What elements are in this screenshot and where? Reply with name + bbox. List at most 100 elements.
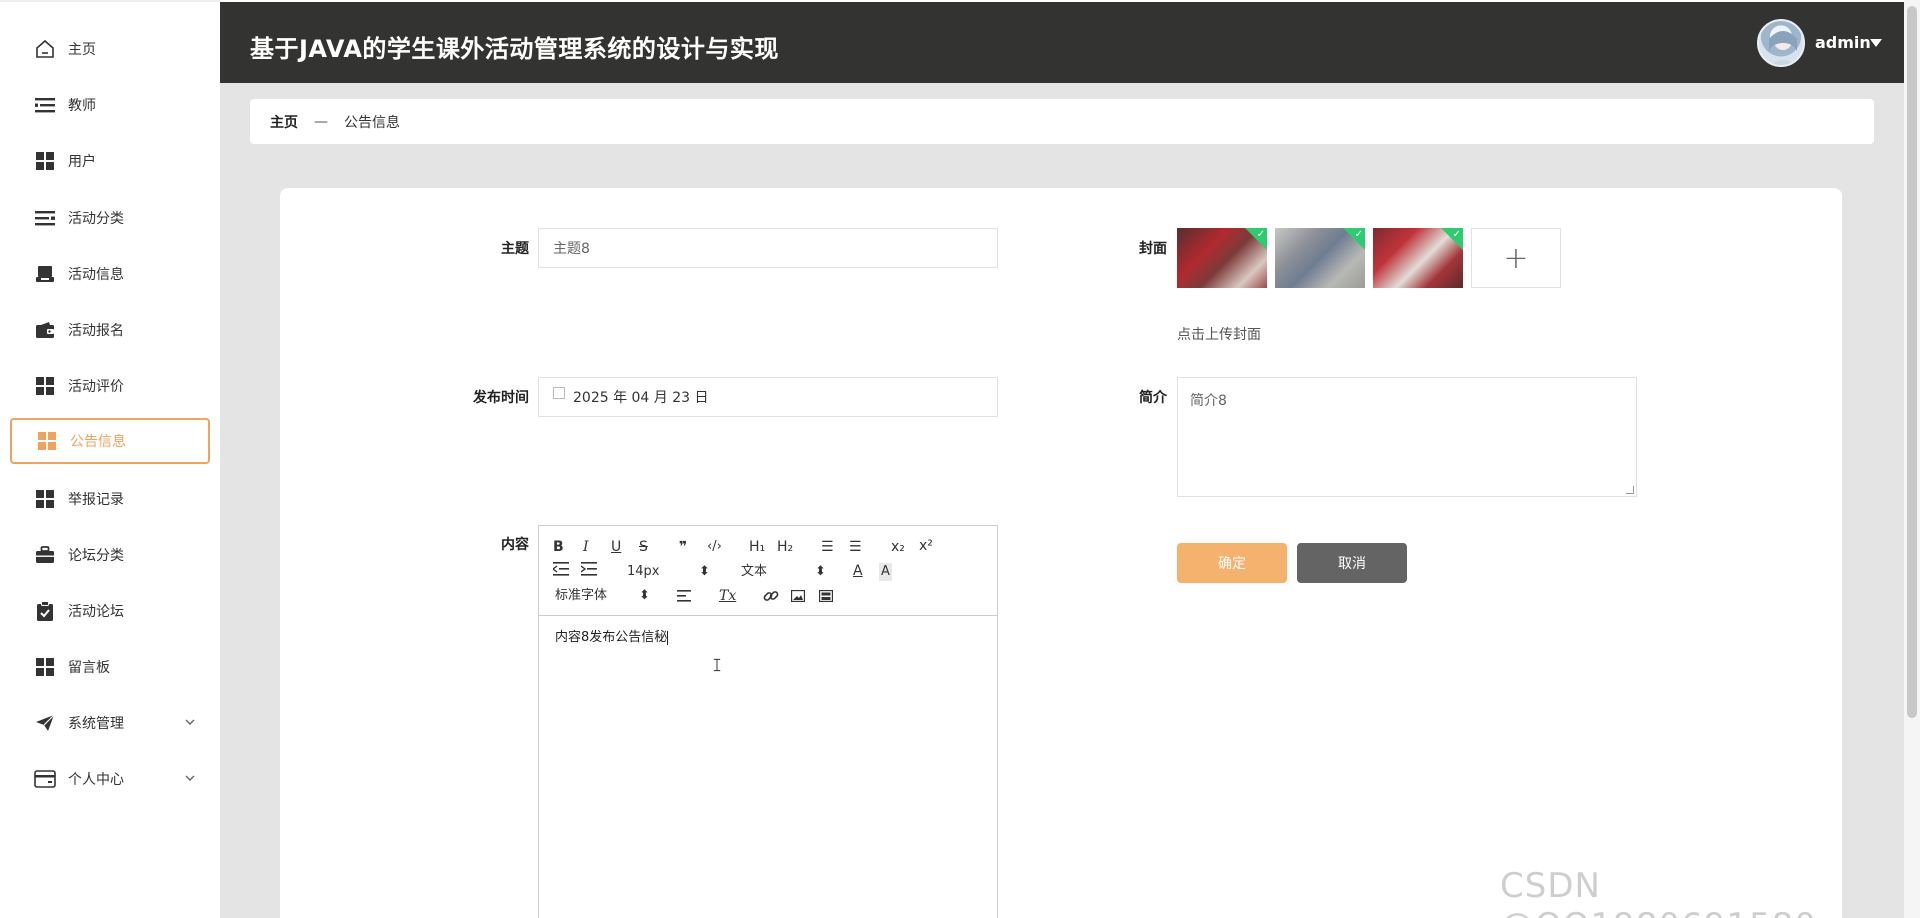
link-icon[interactable] — [763, 588, 779, 609]
select-arrows-icon: ⬍ — [699, 564, 710, 579]
check-icon: ✓ — [1452, 229, 1461, 240]
check-icon: ✓ — [1256, 229, 1265, 240]
editor-text: 内容8发布公告信秘 — [555, 630, 668, 645]
send-icon — [34, 712, 56, 734]
caret-down-icon[interactable] — [1870, 39, 1882, 47]
sidebar-item-activity-category[interactable]: 活动分类 — [10, 195, 210, 241]
editor-toolbar: B I U S ❞ ‹/› H₁ H₂ ☰ ☰ x₂ x² 14px ⬍ 文本 … — [539, 526, 997, 616]
text-style-select[interactable]: 文本 — [741, 563, 767, 581]
home-icon — [34, 38, 56, 60]
sidebar-item-label: 活动报名 — [68, 323, 124, 339]
sidebar-item-user[interactable]: 用户 — [10, 138, 210, 184]
upload-tip: 点击上传封面 — [1177, 327, 1261, 343]
sidebar-item-system-management[interactable]: 系统管理 — [10, 700, 210, 746]
top-header: 基于JAVA的学生课外活动管理系统的设计与实现 admin — [220, 2, 1904, 83]
sidebar-item-teacher[interactable]: 教师 — [10, 82, 210, 128]
breadcrumb: 主页 — 公告信息 — [250, 99, 1874, 144]
main-content: 主页 — 公告信息 主题 主题8 发布时间 2025 年 04 月 23 日 内… — [220, 83, 1904, 918]
grid-icon — [36, 430, 58, 452]
sidebar-item-label: 活动分类 — [68, 211, 124, 227]
sidebar-item-label: 活动评价 — [68, 379, 124, 395]
video-icon[interactable] — [818, 589, 834, 607]
ordered-list-button[interactable]: ☰ — [821, 538, 834, 556]
sidebar-item-activity-signup[interactable]: 活动报名 — [10, 307, 210, 353]
sidebar-item-label: 活动论坛 — [68, 604, 124, 620]
underline-button[interactable]: U — [611, 538, 621, 556]
publish-time-picker[interactable]: 2025 年 04 月 23 日 — [538, 377, 998, 417]
sidebar-item-label: 留言板 — [68, 660, 110, 676]
cover-image-2[interactable]: ✓ — [1275, 228, 1365, 288]
upload-cover-button[interactable]: + — [1471, 228, 1561, 288]
sidebar-item-report[interactable]: 举报记录 — [10, 476, 210, 522]
clipboard-check-icon — [34, 600, 56, 622]
plus-icon: + — [1503, 240, 1529, 276]
italic-button[interactable]: I — [583, 538, 589, 556]
sidebar-item-label: 论坛分类 — [68, 548, 124, 564]
resize-handle[interactable] — [1626, 486, 1634, 494]
subscript-button[interactable]: x₂ — [891, 538, 905, 556]
font-size-select[interactable]: 14px — [627, 563, 660, 581]
strikethrough-button[interactable]: S — [639, 538, 648, 556]
indent-icon[interactable] — [580, 562, 597, 581]
editor-content[interactable]: 内容8发布公告信秘 — [555, 626, 669, 645]
sidebar-item-label: 主页 — [68, 42, 96, 58]
sidebar-item-label: 用户 — [68, 154, 96, 170]
avatar[interactable] — [1757, 19, 1805, 67]
sidebar-item-activity-forum[interactable]: 活动论坛 — [10, 588, 210, 634]
clear-format-button[interactable]: Tx — [719, 587, 736, 605]
font-family-select[interactable]: 标准字体 — [555, 587, 607, 605]
outdent-icon[interactable] — [551, 562, 569, 581]
content-label: 内容 — [501, 537, 529, 553]
form-card: 主题 主题8 发布时间 2025 年 04 月 23 日 内容 B I U S … — [280, 188, 1842, 918]
publish-time-value: 2025 年 04 月 23 日 — [573, 390, 709, 406]
blockquote-button[interactable]: ❞ — [679, 538, 687, 556]
sidebar-item-activity-review[interactable]: 活动评价 — [10, 363, 210, 409]
list-icon — [34, 94, 56, 116]
sidebar-item-personal-center[interactable]: 个人中心 — [10, 756, 210, 802]
summary-textarea[interactable]: 简介8 — [1177, 377, 1637, 497]
sidebar-item-home[interactable]: 主页 — [10, 26, 210, 72]
grid-icon — [34, 656, 56, 678]
bold-button[interactable]: B — [553, 538, 564, 556]
code-button[interactable]: ‹/› — [707, 538, 722, 556]
wallet-icon — [34, 319, 56, 341]
rich-text-editor[interactable]: B I U S ❞ ‹/› H₁ H₂ ☰ ☰ x₂ x² 14px ⬍ 文本 … — [538, 525, 998, 918]
sidebar-item-label: 举报记录 — [68, 492, 124, 508]
image-icon[interactable] — [790, 589, 806, 607]
superscript-button[interactable]: x² — [919, 537, 933, 555]
check-icon: ✓ — [1354, 229, 1363, 240]
select-arrows-icon: ⬍ — [815, 564, 826, 579]
bullet-list-button[interactable]: ☰ — [849, 538, 862, 556]
cancel-button[interactable]: 取消 — [1297, 543, 1407, 583]
user-name[interactable]: admin — [1815, 33, 1871, 52]
calendar-icon — [553, 387, 565, 399]
scrollbar-thumb[interactable] — [1907, 6, 1917, 718]
heading2-button[interactable]: H₂ — [777, 538, 793, 556]
subject-input[interactable]: 主题8 — [538, 228, 998, 268]
font-color-button[interactable]: A — [853, 562, 863, 580]
page-scrollbar[interactable] — [1904, 0, 1920, 918]
cover-image-1[interactable]: ✓ — [1177, 228, 1267, 288]
sidebar-item-forum-category[interactable]: 论坛分类 — [10, 532, 210, 578]
sidebar-item-activity-info[interactable]: 活动信息 — [10, 251, 210, 297]
breadcrumb-current: 公告信息 — [344, 114, 400, 131]
heading1-button[interactable]: H₁ — [749, 538, 765, 556]
sidebar-item-message-board[interactable]: 留言板 — [10, 644, 210, 690]
sidebar-item-label: 公告信息 — [70, 434, 126, 450]
inbox-icon — [34, 263, 56, 285]
sidebar-item-label: 个人中心 — [68, 772, 124, 788]
select-arrows-icon: ⬍ — [639, 588, 650, 603]
cover-label: 封面 — [1139, 241, 1167, 257]
app-title: 基于JAVA的学生课外活动管理系统的设计与实现 — [250, 35, 779, 63]
grid-icon — [34, 488, 56, 510]
sidebar-item-announcement[interactable]: 公告信息 — [10, 418, 210, 464]
sidebar: 主页 教师 用户 活动分类 活动信息 活动报名 活动评价 公告信息 举报记录 论… — [0, 0, 220, 918]
confirm-button[interactable]: 确定 — [1177, 543, 1287, 583]
summary-text: 简介8 — [1190, 393, 1227, 409]
breadcrumb-home[interactable]: 主页 — [270, 112, 298, 132]
align-icon[interactable] — [677, 589, 691, 607]
cover-image-3[interactable]: ✓ — [1373, 228, 1463, 288]
text-caret — [667, 630, 669, 645]
background-color-button[interactable]: A — [879, 563, 892, 581]
chevron-down-icon — [182, 770, 198, 786]
